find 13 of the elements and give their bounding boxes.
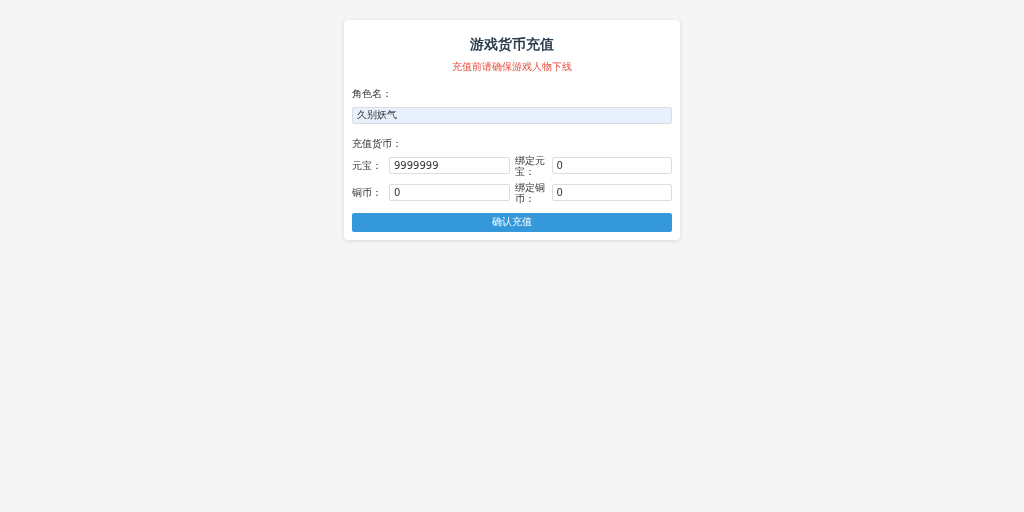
field-label: 绑定元宝：: [514, 154, 546, 177]
input-field[interactable]: 0: [551, 157, 672, 174]
input-field[interactable]: 0: [551, 184, 672, 201]
field-label: 铜币：: [352, 187, 383, 198]
section-label: 充值货币：: [352, 136, 402, 151]
warning-text: 充值前请确保游戏人物下线: [451, 60, 573, 74]
input-field[interactable]: 0: [389, 184, 510, 201]
field-label: 角色名：: [352, 87, 392, 101]
input-field[interactable]: 久别妖气: [352, 106, 672, 124]
page-title: 游戏货币充值: [469, 36, 555, 54]
field-label: 绑定铜币：: [514, 181, 546, 204]
input-field[interactable]: 9999999: [389, 157, 510, 174]
field-label: 元宝：: [352, 160, 383, 171]
